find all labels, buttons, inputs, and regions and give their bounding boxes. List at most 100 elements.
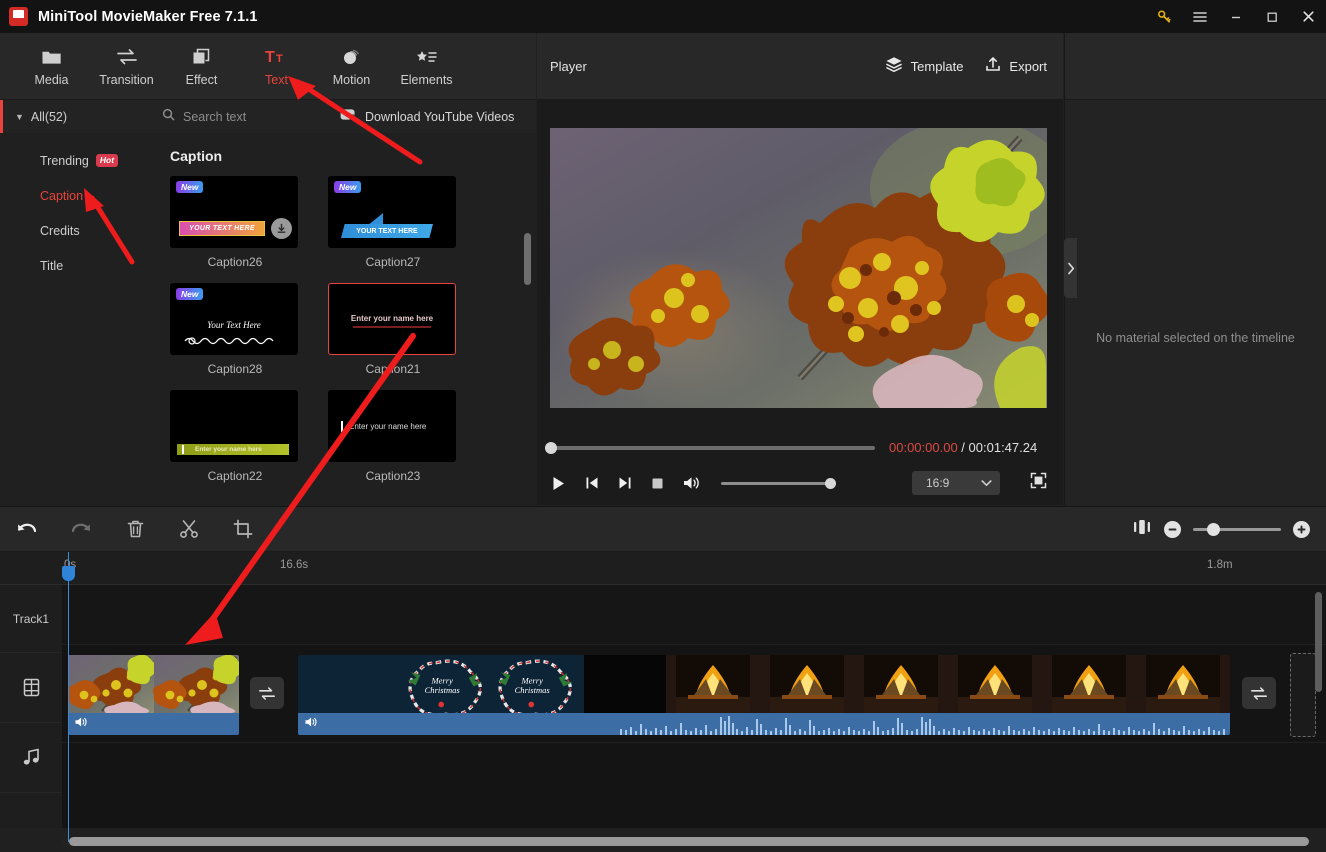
new-badge: New <box>176 288 204 300</box>
zoom-in-button[interactable] <box>1293 520 1310 538</box>
minimize-icon[interactable] <box>1218 0 1254 33</box>
timeline-vertical-scrollbar[interactable] <box>1315 592 1322 692</box>
volume-slider[interactable] <box>721 477 836 489</box>
split-icon[interactable] <box>162 506 216 552</box>
zoom-slider[interactable] <box>1193 522 1281 536</box>
video-preview[interactable] <box>550 128 1047 408</box>
current-time: 00:00:00.00 <box>889 440 958 455</box>
timeline-playhead[interactable] <box>62 552 75 842</box>
toolbar-item-text[interactable]: TT Text <box>239 36 314 96</box>
redo-icon[interactable] <box>54 506 108 552</box>
fit-timeline-icon[interactable] <box>1132 519 1152 540</box>
clip-dropzone[interactable] <box>1290 653 1316 737</box>
volume-icon[interactable] <box>682 475 700 491</box>
progress-knob[interactable] <box>545 441 557 454</box>
caption-thumbnail-caption23[interactable]: Enter your name here <box>328 390 456 462</box>
underline-decoration <box>353 326 431 328</box>
export-button[interactable]: Export <box>985 56 1047 77</box>
caption-name-caption23: Caption23 <box>365 469 421 483</box>
toolbar-item-media[interactable]: Media <box>14 36 89 96</box>
category-header[interactable]: ▼ All(52) <box>0 100 148 133</box>
caption-preview-text: YOUR TEXT HERE <box>356 227 418 235</box>
key-icon[interactable] <box>1146 0 1182 33</box>
delete-icon[interactable] <box>108 506 162 552</box>
zoom-out-button[interactable] <box>1164 520 1181 538</box>
caption-item-5: Enter your name here Caption23 <box>328 390 458 483</box>
transition-button-1[interactable] <box>250 677 284 709</box>
audio-track-lane[interactable] <box>62 743 1326 828</box>
category-item-credits[interactable]: Credits <box>0 213 148 248</box>
zoom-controls <box>1132 519 1310 540</box>
search-placeholder: Search text <box>183 109 247 124</box>
video-track-lane[interactable]: Merry Christmas Merry Christmas <box>62 645 1326 743</box>
svg-text:T: T <box>265 49 275 66</box>
template-button[interactable]: Template <box>885 56 963 77</box>
close-icon[interactable] <box>1290 0 1326 33</box>
audio-track-icon[interactable] <box>0 723 62 793</box>
text-icon: TT <box>265 46 289 68</box>
volume-icon[interactable] <box>304 715 318 733</box>
autumn-leaves-thumbnails <box>68 655 239 713</box>
caption-name-caption21: Caption21 <box>365 362 421 376</box>
caption-thumbnail-caption28[interactable]: New Your Text Here <box>170 283 298 355</box>
menu-icon[interactable] <box>1182 0 1218 33</box>
autumn-leaves-frame <box>550 128 1047 408</box>
next-frame-icon[interactable] <box>617 475 633 491</box>
maximize-icon[interactable] <box>1254 0 1290 33</box>
toolbar-item-elements[interactable]: Elements <box>389 36 464 96</box>
timeline-ruler[interactable]: 0s 16.6s 1.8m <box>0 552 1326 585</box>
crop-icon[interactable] <box>216 506 270 552</box>
toolbar-label-effect: Effect <box>185 72 218 87</box>
playhead-handle[interactable] <box>62 566 75 581</box>
youtube-download-icon <box>340 108 357 126</box>
scrollbar-thumb[interactable] <box>69 837 1309 846</box>
caption-thumbnail-caption26[interactable]: New YOUR TEXT HERE <box>170 176 298 248</box>
download-icon[interactable] <box>271 218 292 239</box>
library-search-bar: Search text Download YouTube Videos <box>148 100 536 133</box>
previous-frame-icon[interactable] <box>584 475 600 491</box>
toolbar-item-effect[interactable]: Effect <box>164 36 239 96</box>
toolbar-label-transition: Transition <box>99 72 154 87</box>
progress-row: 00:00:00.00 / 00:01:47.24 <box>545 440 1047 455</box>
caption-thumbnail-caption27[interactable]: New YOUR TEXT HERE <box>328 176 456 248</box>
category-item-caption[interactable]: Caption <box>0 178 148 213</box>
aspect-ratio-select[interactable]: 16:9 <box>912 471 1000 495</box>
caption-item-0: New YOUR TEXT HERE Caption26 <box>170 176 300 269</box>
player-actions: Template Export <box>885 56 1047 77</box>
volume-icon[interactable] <box>74 715 88 733</box>
property-panel: No material selected on the timeline <box>1064 33 1326 505</box>
timeline-clip-christmas-fireplace[interactable]: Merry Christmas Merry Christmas <box>298 655 1230 735</box>
timeline-horizontal-scrollbar[interactable] <box>62 837 1312 846</box>
christmas-fireplace-thumbnails: Merry Christmas Merry Christmas <box>298 655 1230 713</box>
fullscreen-icon[interactable] <box>1030 472 1047 494</box>
zoom-knob[interactable] <box>1207 522 1220 536</box>
svg-text:Merry: Merry <box>521 676 544 686</box>
toolbar-label-elements: Elements <box>400 72 453 87</box>
chevron-down-icon: ▼ <box>15 111 24 122</box>
volume-knob[interactable] <box>825 477 836 489</box>
caption-thumbnail-caption21[interactable]: Enter your name here <box>328 283 456 355</box>
undo-icon[interactable] <box>0 506 54 552</box>
category-item-trending[interactable]: Trending Hot <box>0 143 148 178</box>
library-scrollbar[interactable] <box>524 233 531 285</box>
transition-button-2[interactable] <box>1242 677 1276 709</box>
playback-progress-slider[interactable] <box>545 441 875 454</box>
text-track-lane[interactable] <box>62 585 1326 645</box>
svg-text:Merry: Merry <box>431 676 454 686</box>
text-cursor-icon <box>341 421 343 432</box>
caption-thumbnail-caption22[interactable]: Enter your name here <box>170 390 298 462</box>
play-icon[interactable] <box>550 475 567 492</box>
new-badge: New <box>334 181 362 193</box>
stop-icon[interactable] <box>650 476 665 491</box>
new-badge: New <box>176 181 204 193</box>
category-item-title[interactable]: Title <box>0 248 148 283</box>
panel-collapse-handle[interactable] <box>1064 238 1077 298</box>
toolbar-item-transition[interactable]: Transition <box>89 36 164 96</box>
video-track-icon[interactable] <box>0 653 62 723</box>
clip-audio-strip <box>68 713 239 735</box>
toolbar-item-motion[interactable]: Motion <box>314 36 389 96</box>
player-controls: 16:9 <box>550 468 1047 498</box>
timeline-clip-autumn-leaves[interactable] <box>68 655 239 735</box>
search-input[interactable]: Search text <box>162 108 332 126</box>
download-youtube-button[interactable]: Download YouTube Videos <box>340 108 514 126</box>
